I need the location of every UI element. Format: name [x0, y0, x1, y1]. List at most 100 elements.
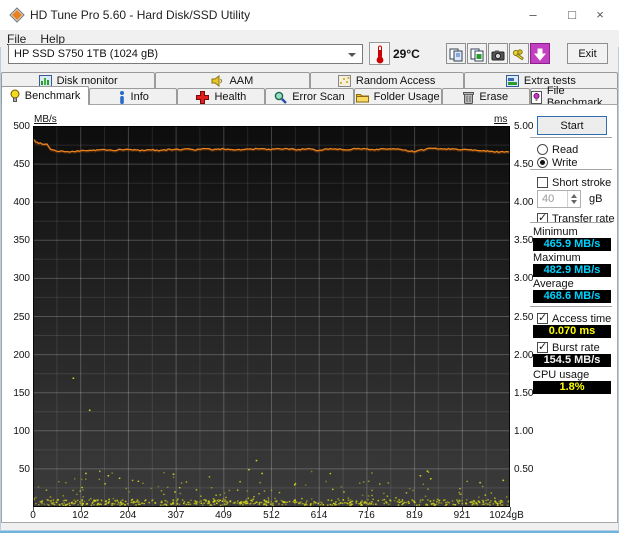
- tab-folder-usage[interactable]: Folder Usage: [353, 88, 442, 105]
- random-access-icon: [337, 74, 351, 87]
- x-axis-tickmark: [462, 507, 464, 511]
- drive-select[interactable]: HP SSD S750 1TB (1024 gB): [8, 44, 363, 64]
- tab-random-access[interactable]: Random Access: [309, 72, 464, 88]
- close-button[interactable]: ×: [581, 0, 619, 30]
- tab-info[interactable]: Info: [89, 88, 178, 105]
- save-results-button[interactable]: [530, 43, 550, 64]
- x-axis-tickmark: [176, 507, 177, 511]
- y-right-tick: 3.50: [514, 235, 534, 247]
- x-axis-tick: 0: [30, 510, 36, 521]
- y-left-tick: 350: [13, 235, 30, 247]
- file-benchmark-icon: [530, 90, 542, 104]
- copy-image-button[interactable]: [467, 43, 487, 64]
- write-radio-label: Write: [552, 156, 578, 169]
- benchmark-chart: [33, 126, 510, 507]
- x-axis-tick: 307: [167, 510, 185, 521]
- tab-label: Info: [130, 91, 149, 103]
- drive-select-value: HP SSD S750 1TB (1024 gB): [14, 48, 159, 60]
- x-axis-tick: 716: [358, 510, 375, 521]
- y-right-tick: 4.00: [514, 197, 534, 209]
- y-left-tick: 250: [13, 311, 30, 323]
- tab-label: AAM: [229, 74, 254, 87]
- x-axis-tickmark: [128, 507, 130, 511]
- y-right-tick: 2.00: [514, 349, 534, 361]
- screenshot-icon: [489, 48, 507, 62]
- minimum-value: 465.9 MB/s: [533, 238, 611, 251]
- disk-monitor-icon: [38, 74, 52, 87]
- radio-selected-icon: [537, 157, 548, 168]
- y-left-tick: 50: [18, 463, 30, 475]
- tab-label: Erase: [479, 91, 509, 103]
- y-right-tick: 5.00: [514, 121, 534, 132]
- minimum-label: Minimum: [533, 226, 578, 238]
- erase-icon: [463, 91, 475, 104]
- separator: [530, 306, 612, 308]
- y-left-tick: 500: [13, 121, 30, 132]
- x-axis-tick: 921: [453, 510, 471, 521]
- y-right-tick: 2.50: [514, 311, 534, 323]
- folder-icon: [355, 92, 369, 103]
- tab-aam[interactable]: AAM: [155, 72, 310, 88]
- screenshot-button[interactable]: [488, 43, 508, 64]
- app-window: HD Tune Pro 5.60 - Hard Disk/SSD Utility…: [0, 0, 619, 533]
- speaker-icon: [211, 74, 224, 87]
- tab-benchmark[interactable]: Benchmark: [1, 86, 90, 105]
- read-radio-label: Read: [552, 143, 579, 156]
- access-time-label: Access time: [552, 312, 612, 325]
- cpu-usage-value: 1.8%: [533, 381, 611, 394]
- y-right-axis-unit: ms: [494, 114, 508, 125]
- y-left-tick: 150: [13, 387, 30, 399]
- x-axis-tick: 512: [263, 510, 280, 521]
- app-icon: [9, 7, 25, 23]
- copy-text-button[interactable]: [446, 43, 466, 64]
- y-left-tick: 100: [13, 425, 30, 437]
- tab-file-benchmark[interactable]: File Benchmark: [529, 85, 618, 109]
- spinner-buttons[interactable]: [567, 191, 580, 207]
- settings-keys-button[interactable]: [509, 43, 529, 64]
- short-stroke-value: 40: [542, 193, 555, 205]
- x-axis-tickmark: [366, 507, 368, 511]
- title-bar: HD Tune Pro 5.60 - Hard Disk/SSD Utility…: [0, 0, 619, 30]
- y-left-tick: 450: [13, 159, 30, 171]
- cpu-usage-label: CPU usage: [533, 369, 590, 381]
- x-axis-tick: 614: [310, 510, 328, 521]
- average-label: Average: [533, 278, 574, 290]
- x-axis-tick: 409: [215, 510, 232, 521]
- access-time-checkbox[interactable]: Access time: [537, 311, 612, 325]
- health-icon: [196, 90, 210, 104]
- spin-down-icon: [571, 200, 577, 204]
- separator: [530, 137, 612, 139]
- tab-label: Error Scan: [292, 91, 345, 103]
- benchmark-icon: [10, 89, 20, 103]
- tab-health[interactable]: Health: [177, 88, 266, 105]
- info-icon: [118, 90, 126, 104]
- x-axis-tickmark: [80, 507, 82, 511]
- average-value: 468.6 MB/s: [533, 290, 611, 303]
- x-axis-tickmark: [33, 507, 34, 511]
- copy-text-icon: [447, 48, 465, 62]
- y-right-tick: 1.00: [514, 425, 534, 437]
- burst-rate-checkbox[interactable]: Burst rate: [537, 340, 600, 354]
- tab-row-primary: Benchmark Info Health Error Scan Folder Usag…: [1, 85, 618, 109]
- tab-label: Folder Usage: [373, 91, 440, 103]
- short-stroke-checkbox[interactable]: Short stroke: [537, 176, 611, 189]
- short-stroke-spinner[interactable]: 40: [537, 190, 581, 208]
- maximum-label: Maximum: [533, 252, 581, 264]
- tab-error-scan[interactable]: Error Scan: [265, 88, 354, 105]
- read-radio[interactable]: Read: [537, 143, 578, 156]
- x-axis-tickmark: [414, 507, 416, 511]
- y-right-tick: 0.50: [514, 463, 534, 475]
- write-radio[interactable]: Write: [537, 156, 577, 169]
- tab-erase[interactable]: Erase: [441, 88, 530, 105]
- minimize-button[interactable]: –: [514, 0, 552, 30]
- y-left-tick: 400: [13, 197, 30, 209]
- tab-label: Disk monitor: [56, 74, 118, 87]
- temperature-value: 29°C: [393, 47, 420, 61]
- checkbox-checked-icon: [537, 311, 548, 324]
- tab-label: Health: [214, 91, 247, 103]
- y-left-tick: 200: [13, 349, 30, 361]
- separator: [530, 169, 612, 171]
- exit-button[interactable]: Exit: [567, 43, 608, 64]
- chevron-down-icon: [348, 53, 356, 57]
- start-button[interactable]: Start: [537, 116, 607, 135]
